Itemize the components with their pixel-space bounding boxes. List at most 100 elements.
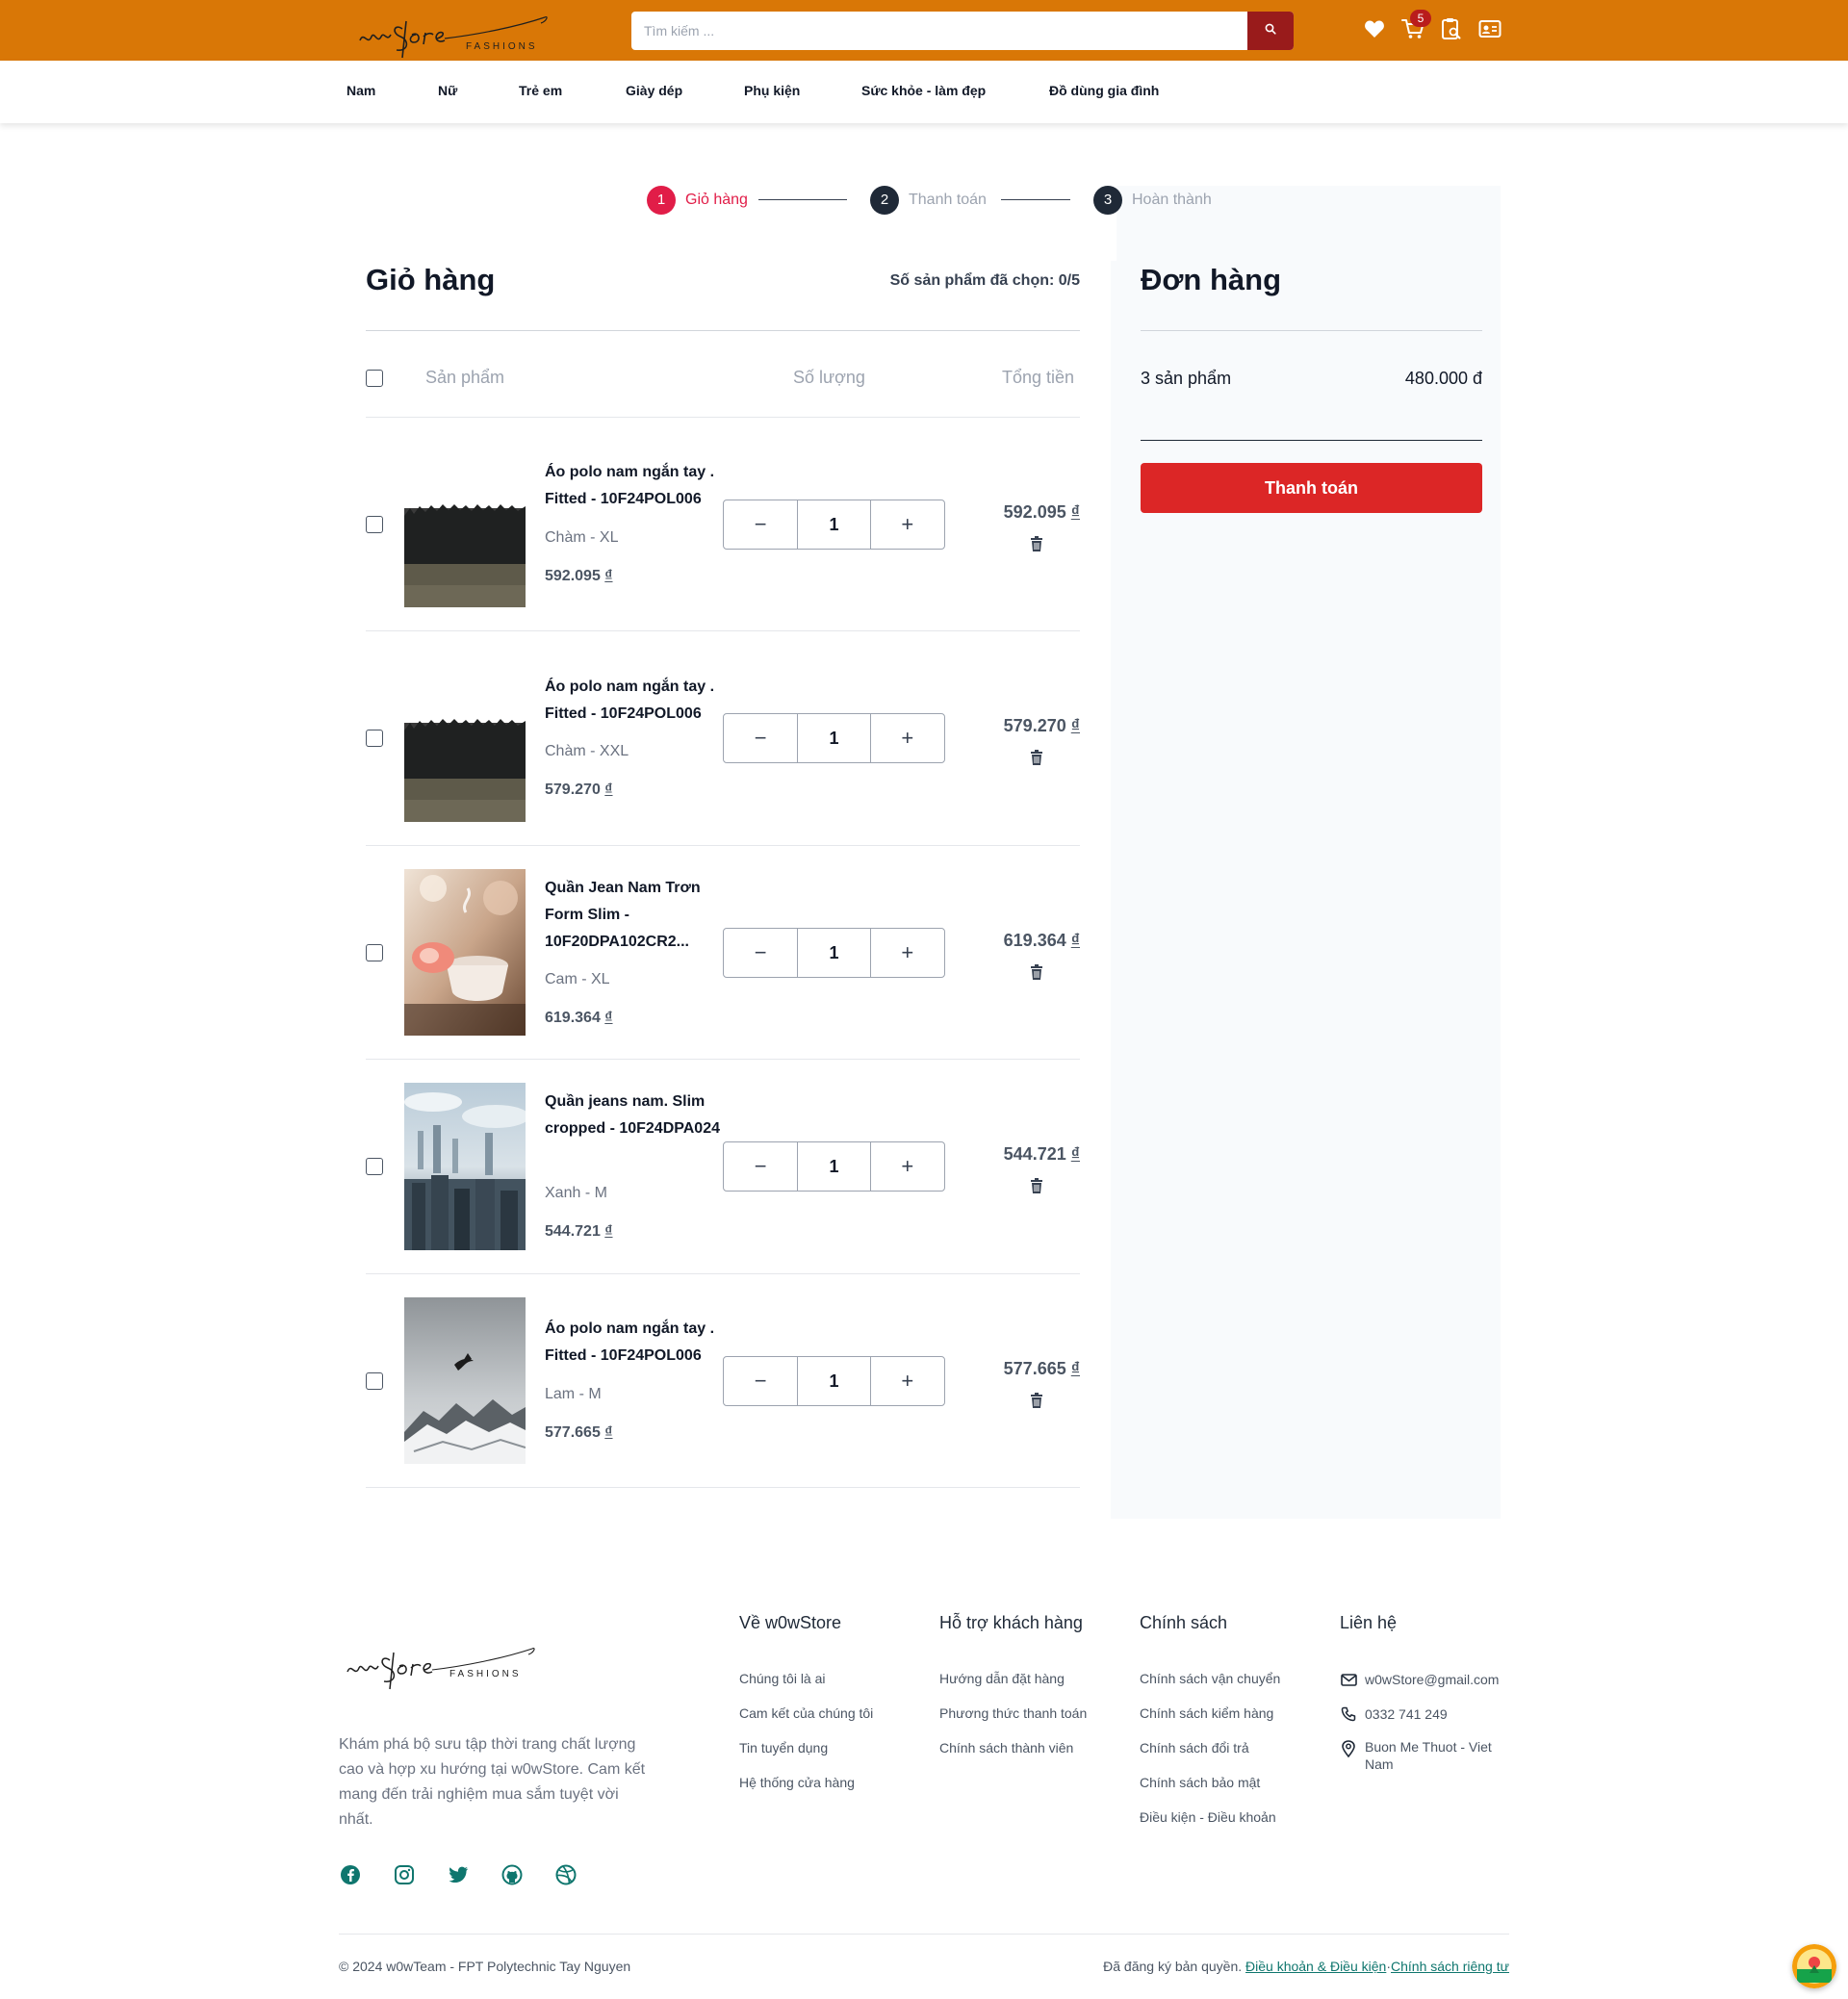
step-2-circle: 2 bbox=[870, 186, 899, 215]
row-total: 544.721 ₫ bbox=[1003, 1144, 1080, 1164]
checkout-button[interactable]: Thanh toán bbox=[1141, 463, 1482, 513]
item-checkbox[interactable] bbox=[366, 516, 383, 533]
trash-icon[interactable] bbox=[1028, 1177, 1045, 1194]
order-title: Đơn hàng bbox=[1141, 263, 1282, 296]
decrease-qty-button[interactable]: − bbox=[724, 714, 797, 762]
quantity-value[interactable]: 1 bbox=[797, 500, 871, 549]
step-connector bbox=[1001, 199, 1070, 200]
dribbble-icon[interactable] bbox=[555, 1864, 577, 1885]
search-button[interactable] bbox=[1247, 12, 1294, 50]
col-header-total: Tổng tiền bbox=[1002, 368, 1075, 387]
footer-link[interactable]: Chính sách bảo mật bbox=[1140, 1775, 1260, 1790]
quantity-value[interactable]: 1 bbox=[797, 1357, 871, 1405]
divider bbox=[366, 1487, 1080, 1488]
wishlist-heart-icon[interactable] bbox=[1362, 16, 1387, 41]
search-input[interactable] bbox=[631, 12, 1247, 50]
step-1-label: Giỏ hàng bbox=[685, 192, 748, 208]
product-variant: Chàm - XXL bbox=[545, 743, 629, 759]
footer-link[interactable]: Hướng dẫn đặt hàng bbox=[939, 1671, 1065, 1686]
item-checkbox[interactable] bbox=[366, 1372, 383, 1390]
footer-link[interactable]: Chúng tôi là ai bbox=[739, 1671, 826, 1686]
row-total: 619.364 ₫ bbox=[1003, 931, 1080, 950]
product-name[interactable]: Áo polo nam ngắn tay . Fitted - 10F24POL… bbox=[545, 1316, 728, 1370]
contact-address: Buon Me Thuot - Viet Nam bbox=[1365, 1739, 1492, 1772]
footer-link[interactable]: Điều kiện - Điều khoản bbox=[1140, 1809, 1276, 1825]
footer-link[interactable]: Chính sách kiểm hàng bbox=[1140, 1705, 1273, 1721]
product-name[interactable]: Áo polo nam ngắn tay . Fitted - 10F24POL… bbox=[545, 674, 728, 728]
step-2-label: Thanh toán bbox=[909, 192, 987, 208]
item-checkbox[interactable] bbox=[366, 1158, 383, 1175]
step-3-label: Hoàn thành bbox=[1132, 192, 1212, 208]
cart-title: Giỏ hàng bbox=[366, 263, 496, 296]
footer-description: Khám phá bộ sưu tập thời trang chất lượn… bbox=[339, 1736, 646, 1828]
footer-link[interactable]: Cam kết của chúng tôi bbox=[739, 1705, 873, 1721]
nav-item-giay-dep[interactable]: Giày dép bbox=[626, 83, 682, 98]
order-tracking-icon[interactable] bbox=[1439, 16, 1464, 41]
item-checkbox[interactable] bbox=[366, 730, 383, 747]
product-image[interactable] bbox=[404, 1297, 526, 1464]
product-image[interactable] bbox=[404, 655, 526, 822]
product-image[interactable] bbox=[404, 441, 526, 607]
footer-link[interactable]: Chính sách vận chuyển bbox=[1140, 1671, 1280, 1686]
instagram-icon[interactable] bbox=[394, 1864, 415, 1885]
divider bbox=[366, 630, 1080, 631]
quantity-value[interactable]: 1 bbox=[797, 929, 871, 977]
footer-link[interactable]: Phương thức thanh toán bbox=[939, 1705, 1087, 1721]
step-1-circle: 1 bbox=[647, 186, 676, 215]
trash-icon[interactable] bbox=[1028, 749, 1045, 766]
rights-text: Đã đăng ký bản quyền. bbox=[1103, 1959, 1243, 1974]
trash-icon[interactable] bbox=[1028, 535, 1045, 552]
product-image[interactable] bbox=[404, 1083, 526, 1250]
footer-col-title-policy: Chính sách bbox=[1140, 1613, 1228, 1632]
trash-icon[interactable] bbox=[1028, 963, 1045, 981]
terms-link[interactable]: Điều khoản & Điều kiện bbox=[1245, 1959, 1386, 1974]
trash-icon[interactable] bbox=[1028, 1392, 1045, 1409]
top-header: FASHIONS 5 bbox=[0, 0, 1848, 61]
nav-item-do-dung[interactable]: Đồ dùng gia đình bbox=[1049, 83, 1159, 98]
nav-item-nu[interactable]: Nữ bbox=[438, 83, 457, 98]
product-unit-price: 592.095 ₫ bbox=[545, 568, 613, 584]
footer-link[interactable]: Tin tuyển dụng bbox=[739, 1740, 828, 1756]
product-unit-price: 544.721 ₫ bbox=[545, 1223, 613, 1240]
logo-subtext: FASHIONS bbox=[466, 41, 538, 52]
item-checkbox[interactable] bbox=[366, 944, 383, 961]
decrease-qty-button[interactable]: − bbox=[724, 1357, 797, 1405]
account-card-icon[interactable] bbox=[1477, 16, 1502, 41]
footer-col-title-contact: Liên hệ bbox=[1340, 1613, 1398, 1632]
facebook-icon[interactable] bbox=[340, 1864, 361, 1885]
product-name[interactable]: Quần jeans nam. Slim cropped - 10F24DPA0… bbox=[545, 1089, 728, 1142]
product-variant: Lam - M bbox=[545, 1386, 602, 1402]
decrease-qty-button[interactable]: − bbox=[724, 929, 797, 977]
quantity-value[interactable]: 1 bbox=[797, 1142, 871, 1191]
nav-item-phu-kien[interactable]: Phụ kiện bbox=[744, 83, 800, 98]
site-logo[interactable]: FASHIONS bbox=[352, 10, 550, 60]
contact-email[interactable]: w0wStore@gmail.com bbox=[1365, 1671, 1499, 1688]
chat-widget-button[interactable] bbox=[1792, 1944, 1836, 1988]
decrease-qty-button[interactable]: − bbox=[724, 500, 797, 549]
twitter-icon[interactable] bbox=[448, 1864, 469, 1885]
category-nav: Nam Nữ Trẻ em Giày dép Phụ kiện Sức khỏe… bbox=[0, 61, 1848, 123]
footer-logo[interactable]: FASHIONS bbox=[344, 1639, 536, 1693]
quantity-value[interactable]: 1 bbox=[797, 714, 871, 762]
nav-item-suc-khoe[interactable]: Sức khỏe - làm đẹp bbox=[861, 83, 986, 98]
product-variant: Xanh - M bbox=[545, 1185, 607, 1201]
github-icon[interactable] bbox=[501, 1864, 523, 1885]
footer-link[interactable]: Hệ thống cửa hàng bbox=[739, 1775, 855, 1790]
footer-logo-subtext: FASHIONS bbox=[449, 1669, 522, 1679]
footer-link[interactable]: Chính sách thành viên bbox=[939, 1740, 1073, 1756]
footer-link[interactable]: Chính sách đổi trả bbox=[1140, 1740, 1249, 1756]
footer-col-title-support: Hỗ trợ khách hàng bbox=[939, 1613, 1083, 1632]
product-name[interactable]: Áo polo nam ngắn tay . Fitted - 10F24POL… bbox=[545, 459, 728, 513]
privacy-link[interactable]: Chính sách riêng tư bbox=[1391, 1959, 1509, 1974]
product-image[interactable] bbox=[404, 869, 526, 1036]
nav-item-nam[interactable]: Nam bbox=[346, 83, 375, 98]
nav-item-tre-em[interactable]: Trẻ em bbox=[519, 83, 562, 98]
select-all-checkbox[interactable] bbox=[366, 370, 383, 387]
product-name[interactable]: Quần Jean Nam Trơn Form Slim - 10F20DPA1… bbox=[545, 875, 728, 956]
row-total: 592.095 ₫ bbox=[1003, 502, 1080, 522]
row-total: 577.665 ₫ bbox=[1003, 1359, 1080, 1378]
divider bbox=[366, 330, 1080, 331]
order-item-count: 3 sản phẩm bbox=[1141, 369, 1232, 388]
decrease-qty-button[interactable]: − bbox=[724, 1142, 797, 1191]
contact-phone[interactable]: 0332 741 249 bbox=[1365, 1705, 1448, 1723]
